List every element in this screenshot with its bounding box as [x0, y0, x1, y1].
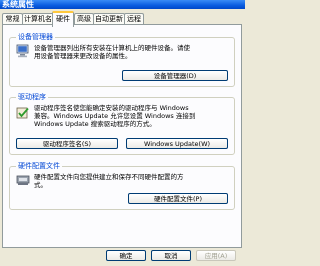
title-bar[interactable]: 系统属性 — [0, 0, 245, 9]
hardware-panel: 设备管理器 设备管理器列出所有安装在计算机上的硬件设备。请使 用设备管理器来更改… — [2, 24, 242, 248]
hardware-profiles-icon — [16, 175, 30, 185]
window-title: 系统属性 — [2, 0, 34, 9]
drivers-desc-3: Windows Update 搜索驱动程序的方式。 — [34, 120, 156, 128]
hardware-profiles-desc-2: 式。 — [34, 181, 47, 189]
hardware-profiles-title: 硬件配置文件 — [16, 161, 62, 171]
apply-button[interactable]: 应用(A) — [196, 250, 236, 261]
hardware-profiles-button[interactable]: 硬件配置文件(P) — [128, 193, 228, 204]
windows-update-button[interactable]: Windows Update(W) — [126, 138, 228, 149]
hardware-profiles-group: 硬件配置文件 硬件配置文件向您提供建立和保存不同硬件配置的方 式。 硬件配置文件… — [9, 161, 235, 210]
device-manager-button[interactable]: 设备管理器(D) — [122, 70, 228, 81]
device-manager-desc-2: 用设备管理器来更改设备的属性。 — [34, 52, 132, 60]
driver-signing-button[interactable]: 驱动程序签名(S) — [16, 138, 118, 149]
drivers-desc-2: 兼容。Windows Update 允许您设置 Windows 连接到 — [34, 112, 196, 120]
driver-signing-icon — [16, 107, 29, 119]
hardware-profiles-desc-1: 硬件配置文件向您提供建立和保存不同硬件配置的方 — [34, 173, 184, 181]
device-manager-group: 设备管理器 设备管理器列出所有安装在计算机上的硬件设备。请使 用设备管理器来更改… — [9, 32, 235, 87]
drivers-group: 驱动程序 驱动程序签名使您能确定安装的驱动程序与 Windows 兼容。Wind… — [9, 92, 235, 155]
computer-icon — [16, 44, 29, 58]
tab-hardware[interactable]: 硬件 — [52, 11, 74, 27]
drivers-title: 驱动程序 — [16, 92, 48, 102]
device-manager-desc-1: 设备管理器列出所有安装在计算机上的硬件设备。请使 — [34, 44, 190, 52]
device-manager-title: 设备管理器 — [16, 32, 55, 42]
ok-button[interactable]: 确定 — [106, 250, 146, 261]
drivers-desc-1: 驱动程序签名使您能确定安装的驱动程序与 Windows — [34, 104, 189, 112]
cancel-button[interactable]: 取消 — [151, 250, 191, 261]
